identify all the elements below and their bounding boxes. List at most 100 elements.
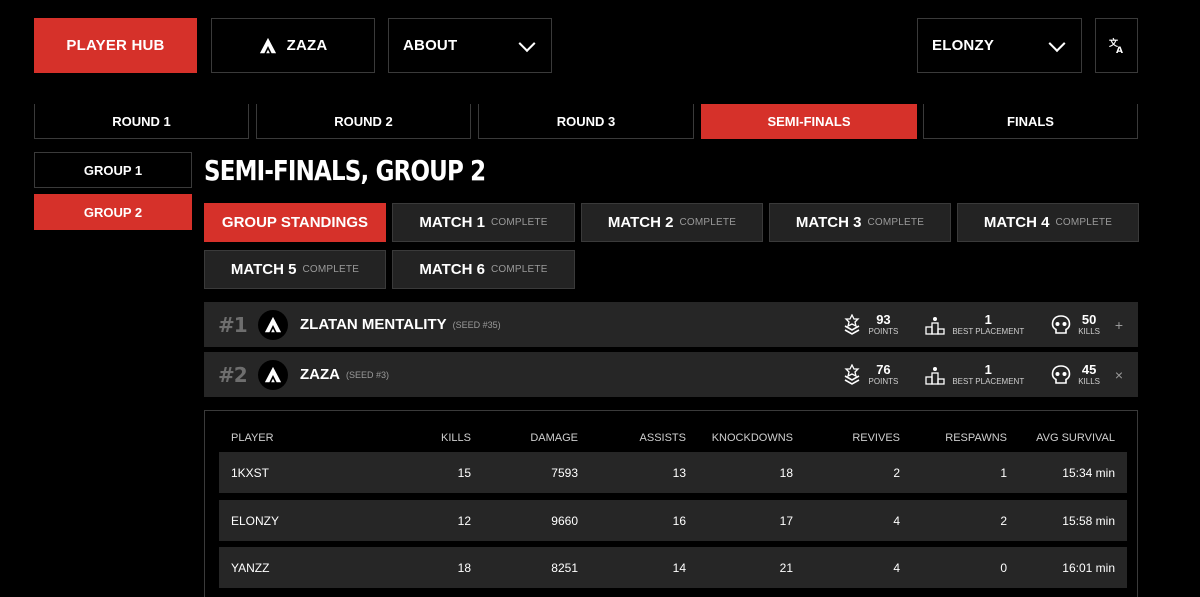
- table-row: 1KXST 15 7593 13 18 2 1 15:34 min: [219, 452, 1127, 493]
- chevron-down-icon: [518, 34, 536, 52]
- cell-player: ELONZY: [231, 513, 280, 528]
- svg-text:A: A: [1116, 46, 1123, 55]
- team-button[interactable]: ZAZA: [211, 18, 375, 73]
- team-emblem-icon: [258, 309, 288, 340]
- group-1-button[interactable]: GROUP 1: [34, 152, 192, 188]
- table-row: ELONZY 12 9660 16 17 4 2 15:58 min: [219, 500, 1127, 541]
- cell-avg-survival: 15:58 min: [1062, 513, 1115, 528]
- kills-value: 50: [1081, 311, 1097, 327]
- player-stats-panel: PLAYER KILLS DAMAGE ASSISTS KNOCKDOWNS R…: [204, 410, 1138, 597]
- tab-label: MATCH 1: [419, 214, 485, 231]
- match-status: COMPLETE: [490, 264, 548, 275]
- tab-round-1[interactable]: ROUND 1: [34, 104, 249, 139]
- chevron-down-icon: [1048, 34, 1066, 52]
- team-stats: 76 POINTS 1 BEST PLACEMENT 45 KILLS ×: [815, 361, 1138, 387]
- podium-icon: [925, 366, 945, 385]
- tab-label: GROUP STANDINGS: [221, 214, 369, 231]
- cell-assists: 14: [672, 560, 686, 575]
- player-hub-button[interactable]: PLAYER HUB: [34, 18, 197, 73]
- tab-label: MATCH 6: [419, 261, 485, 278]
- tab-semi-finals[interactable]: SEMI-FINALS: [701, 104, 917, 139]
- cell-kills: 18: [457, 560, 471, 575]
- tab-match-1[interactable]: MATCH 1 COMPLETE: [392, 203, 575, 242]
- tab-round-2[interactable]: ROUND 2: [256, 104, 471, 139]
- cell-respawns: 1: [1000, 465, 1007, 480]
- apex-logo-icon: [259, 37, 276, 53]
- tab-label: FINALS: [1007, 113, 1054, 129]
- cell-avg-survival: 15:34 min: [1062, 465, 1115, 480]
- cell-kills: 12: [457, 513, 471, 528]
- user-dropdown[interactable]: ELONZY: [917, 18, 1082, 73]
- user-label: ELONZY: [932, 37, 995, 54]
- about-dropdown[interactable]: ABOUT: [388, 18, 552, 73]
- match-status: COMPLETE: [490, 217, 548, 228]
- chevron-rank-icon: [843, 363, 860, 385]
- language-button[interactable]: 文A: [1095, 18, 1138, 73]
- cell-assists: 16: [672, 513, 686, 528]
- best-placement-stat: 1 BEST PLACEMENT: [924, 311, 1025, 337]
- tab-round-3[interactable]: ROUND 3: [478, 104, 694, 139]
- translate-icon: 文A: [1108, 37, 1123, 55]
- player-hub-label: PLAYER HUB: [66, 37, 165, 54]
- cell-avg-survival: 16:01 min: [1062, 560, 1115, 575]
- points-value: 76: [876, 361, 891, 377]
- match-status: COMPLETE: [302, 264, 360, 275]
- expand-icon[interactable]: +: [1100, 317, 1138, 333]
- tab-label: SEMI-FINALS: [767, 113, 851, 129]
- best-placement-value: 1: [984, 311, 992, 327]
- cell-assists: 13: [672, 465, 686, 480]
- team-row[interactable]: #1 ZLATAN MENTALITY (SEED #35) 93 POINTS …: [204, 302, 1138, 347]
- tab-match-2[interactable]: MATCH 2 COMPLETE: [581, 203, 763, 242]
- tab-label: MATCH 3: [795, 214, 862, 231]
- group-2-button[interactable]: GROUP 2: [34, 194, 192, 230]
- col-kills: KILLS: [441, 432, 471, 444]
- cell-knockdowns: 18: [779, 465, 793, 480]
- kills-value: 45: [1081, 361, 1097, 377]
- tab-match-3[interactable]: MATCH 3 COMPLETE: [769, 203, 951, 242]
- col-assists: ASSISTS: [639, 432, 686, 444]
- col-respawns: RESPAWNS: [945, 432, 1007, 444]
- cell-revives: 2: [893, 465, 900, 480]
- tab-match-6[interactable]: MATCH 6 COMPLETE: [392, 250, 575, 289]
- cell-player: 1KXST: [231, 465, 270, 480]
- points-label: POINTS: [868, 326, 899, 336]
- cell-respawns: 0: [1000, 560, 1007, 575]
- cell-kills: 15: [457, 465, 471, 480]
- team-seed: (SEED #3): [346, 369, 390, 380]
- team-emblem-icon: [258, 359, 288, 390]
- match-status: COMPLETE: [1055, 217, 1113, 228]
- group-label: GROUP 1: [83, 162, 143, 178]
- tab-label: ROUND 1: [112, 113, 171, 129]
- table-header: PLAYER KILLS DAMAGE ASSISTS KNOCKDOWNS R…: [219, 431, 1127, 445]
- skull-icon: [1051, 364, 1071, 384]
- tab-label: MATCH 5: [230, 261, 297, 278]
- tab-finals[interactable]: FINALS: [923, 104, 1138, 139]
- table-row: YANZZ 18 8251 14 21 4 0 16:01 min: [219, 547, 1127, 588]
- skull-icon: [1051, 314, 1071, 334]
- podium-icon: [925, 316, 945, 335]
- cell-revives: 4: [893, 513, 900, 528]
- tab-group-standings[interactable]: GROUP STANDINGS: [204, 203, 386, 242]
- best-placement-value: 1: [984, 361, 992, 377]
- tab-label: MATCH 4: [983, 214, 1050, 231]
- tab-label: ROUND 2: [334, 113, 393, 129]
- kills-stat: 50 KILLS: [1050, 311, 1100, 337]
- team-rank: #2: [218, 362, 248, 387]
- about-label: ABOUT: [403, 37, 458, 54]
- match-status: COMPLETE: [867, 217, 925, 228]
- tab-label: ROUND 3: [556, 113, 616, 129]
- collapse-icon[interactable]: ×: [1100, 367, 1138, 383]
- col-damage: DAMAGE: [530, 432, 578, 444]
- team-row[interactable]: #2 ZAZA (SEED #3) 76 POINTS 1 BEST PLACEME…: [204, 352, 1138, 397]
- team-label: ZAZA: [286, 37, 328, 54]
- team-stats: 93 POINTS 1 BEST PLACEMENT 50 KILLS +: [815, 311, 1138, 337]
- team-rank: #1: [218, 312, 248, 337]
- cell-respawns: 2: [1000, 513, 1007, 528]
- tab-match-4[interactable]: MATCH 4 COMPLETE: [957, 203, 1139, 242]
- points-stat: 76 POINTS: [841, 361, 898, 387]
- tab-match-5[interactable]: MATCH 5 COMPLETE: [204, 250, 386, 289]
- best-placement-label: BEST PLACEMENT: [952, 326, 1025, 336]
- best-placement-stat: 1 BEST PLACEMENT: [924, 361, 1025, 387]
- best-placement-label: BEST PLACEMENT: [952, 376, 1025, 386]
- match-status: COMPLETE: [679, 217, 737, 228]
